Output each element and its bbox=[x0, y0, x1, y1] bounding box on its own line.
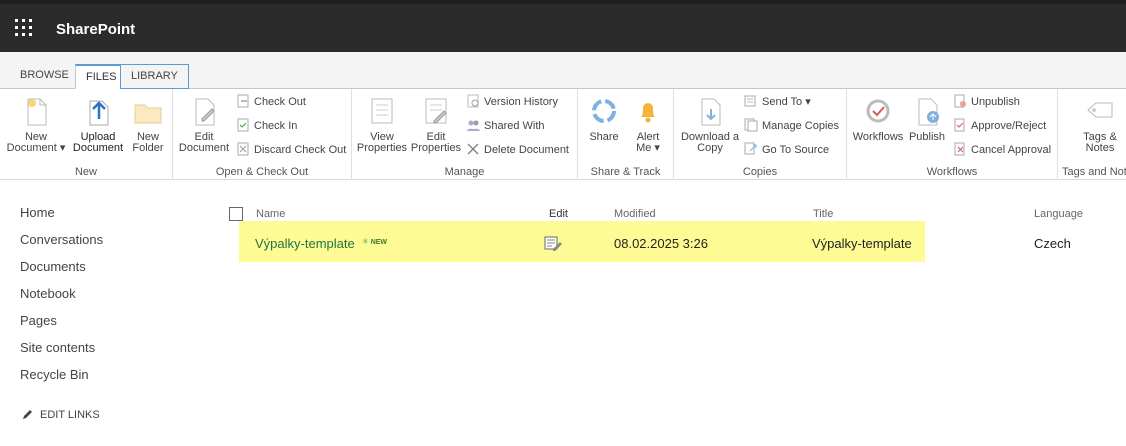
select-all-checkbox[interactable] bbox=[229, 207, 243, 221]
new-document-button[interactable]: New Document ▾ bbox=[6, 95, 66, 154]
tab-browse[interactable]: BROWSE bbox=[10, 64, 79, 89]
shared-with-button[interactable]: Shared With bbox=[466, 117, 545, 135]
new-badge: NEW bbox=[362, 237, 387, 246]
folder-icon bbox=[132, 95, 164, 127]
manage-copies-icon bbox=[744, 118, 758, 132]
bell-icon bbox=[632, 95, 664, 127]
new-folder-button[interactable]: New Folder bbox=[126, 95, 170, 154]
tab-library[interactable]: LIBRARY bbox=[120, 64, 189, 89]
delete-icon bbox=[466, 142, 480, 156]
file-name-link[interactable]: Výpalky-template bbox=[255, 236, 355, 251]
publish-icon bbox=[911, 95, 943, 127]
delete-document-button[interactable]: Delete Document bbox=[466, 141, 569, 159]
nav-item-home[interactable]: Home bbox=[20, 204, 200, 231]
new-document-icon bbox=[20, 95, 52, 127]
version-history-button[interactable]: Version History bbox=[466, 93, 558, 111]
modified-cell: 08.02.2025 3:26 bbox=[614, 236, 708, 251]
check-in-icon bbox=[236, 118, 250, 132]
upload-icon bbox=[82, 95, 114, 127]
cancel-approval-button[interactable]: Cancel Approval bbox=[953, 141, 1051, 159]
column-header-modified[interactable]: Modified bbox=[614, 208, 656, 220]
ribbon-group-manage: View Properties Edit Properties Version … bbox=[352, 89, 578, 180]
download-copy-button[interactable]: Download a Copy bbox=[678, 95, 742, 154]
approve-reject-button[interactable]: Approve/Reject bbox=[953, 117, 1046, 135]
workflows-button[interactable]: Workflows bbox=[851, 95, 905, 143]
app-name[interactable]: SharePoint bbox=[56, 21, 135, 38]
ribbon: New Document ▾ Upload Document New Folde… bbox=[0, 89, 1126, 180]
go-to-source-icon bbox=[744, 142, 758, 156]
pencil-icon bbox=[23, 410, 32, 419]
language-cell: Czech bbox=[1034, 236, 1071, 251]
send-to-button[interactable]: Send To ▾ bbox=[744, 93, 811, 111]
download-icon bbox=[694, 95, 726, 127]
tags-notes-button[interactable]: Tags & Notes bbox=[1076, 95, 1124, 154]
check-out-icon bbox=[236, 94, 250, 108]
approve-reject-icon bbox=[953, 118, 967, 132]
unpublish-button[interactable]: Unpublish bbox=[953, 93, 1020, 111]
share-icon bbox=[588, 95, 620, 127]
ribbon-group-copies: Download a Copy Send To ▾ Manage Copies … bbox=[674, 89, 847, 180]
title-cell: Výpalky-template bbox=[812, 236, 912, 251]
edit-document-button[interactable]: Edit Document bbox=[177, 95, 231, 154]
check-in-button[interactable]: Check In bbox=[236, 117, 297, 135]
nav-item-notebook[interactable]: Notebook bbox=[20, 285, 200, 312]
nav-item-conversations[interactable]: Conversations bbox=[20, 231, 200, 258]
manage-copies-button[interactable]: Manage Copies bbox=[744, 117, 839, 135]
column-header-edit: Edit bbox=[549, 208, 568, 220]
app-launcher-icon[interactable] bbox=[15, 19, 33, 37]
nav-item-recycle-bin[interactable]: Recycle Bin bbox=[20, 366, 200, 393]
go-to-source-button[interactable]: Go To Source bbox=[744, 141, 829, 159]
ribbon-group-tags-notes: Tags & Notes Tags and Note bbox=[1058, 89, 1126, 180]
quick-launch: Home Conversations Documents Notebook Pa… bbox=[20, 204, 200, 393]
edit-properties-button[interactable]: Edit Properties bbox=[410, 95, 462, 154]
ribbon-group-new: New Document ▾ Upload Document New Folde… bbox=[0, 89, 173, 180]
column-header-title[interactable]: Title bbox=[813, 208, 833, 220]
share-button[interactable]: Share bbox=[584, 95, 624, 143]
discard-check-out-button[interactable]: Discard Check Out bbox=[236, 141, 346, 159]
column-header-language[interactable]: Language bbox=[1034, 208, 1083, 220]
view-properties-button[interactable]: View Properties bbox=[356, 95, 408, 154]
version-history-icon bbox=[466, 94, 480, 108]
suite-bar: SharePoint bbox=[0, 0, 1126, 52]
column-header-name[interactable]: Name bbox=[256, 208, 285, 220]
ribbon-tab-row: BROWSE FILES LIBRARY bbox=[0, 52, 1126, 89]
check-out-button[interactable]: Check Out bbox=[236, 93, 306, 111]
ribbon-group-workflows: Workflows Publish Unpublish Approve/Reje… bbox=[847, 89, 1058, 180]
edit-document-icon[interactable] bbox=[544, 235, 562, 254]
tag-icon bbox=[1084, 95, 1116, 127]
edit-links-button[interactable]: EDIT LINKS bbox=[22, 408, 100, 421]
workflows-icon bbox=[862, 95, 894, 127]
edit-document-icon bbox=[188, 95, 220, 127]
people-icon bbox=[466, 118, 480, 132]
cancel-approval-icon bbox=[953, 142, 967, 156]
publish-button[interactable]: Publish bbox=[907, 95, 947, 143]
nav-item-site-contents[interactable]: Site contents bbox=[20, 339, 200, 366]
ribbon-group-share-track: Share Alert Me ▾ Share & Track bbox=[578, 89, 674, 180]
nav-item-pages[interactable]: Pages bbox=[20, 312, 200, 339]
ribbon-group-open-check-out: Edit Document Check Out Check In Discard… bbox=[173, 89, 352, 180]
edit-properties-icon bbox=[420, 95, 452, 127]
alert-me-button[interactable]: Alert Me ▾ bbox=[628, 95, 668, 154]
send-to-icon bbox=[744, 94, 758, 108]
upload-document-button[interactable]: Upload Document bbox=[70, 95, 126, 154]
discard-check-out-icon bbox=[236, 142, 250, 156]
nav-item-documents[interactable]: Documents bbox=[20, 258, 200, 285]
view-properties-icon bbox=[366, 95, 398, 127]
unpublish-icon bbox=[953, 94, 967, 108]
